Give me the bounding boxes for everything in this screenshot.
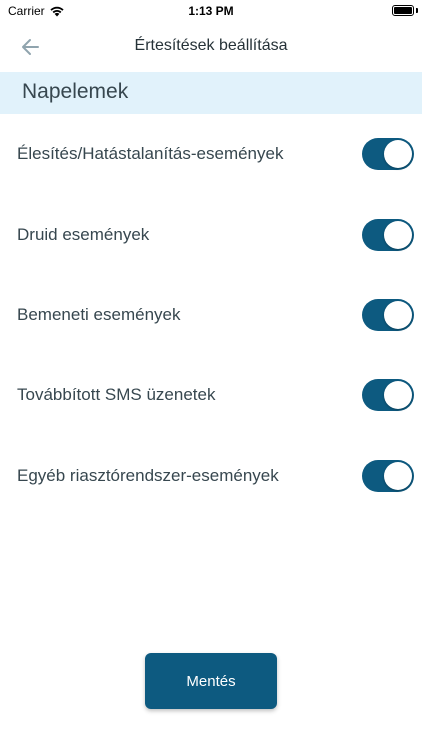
input-events-toggle[interactable] (362, 299, 414, 331)
setting-label: Továbbított SMS üzenetek (17, 385, 216, 404)
other-events-toggle[interactable] (362, 460, 414, 492)
toggle-knob (384, 140, 412, 168)
arm-disarm-toggle[interactable] (362, 138, 414, 170)
page-title: Értesítések beállítása (134, 37, 288, 54)
status-time: 1:13 PM (188, 4, 234, 18)
status-bar: Carrier 1:13 PM (0, 0, 422, 24)
setting-label: Egyéb riasztórendszer-események (17, 466, 279, 485)
section-title: Napelemek (22, 80, 129, 103)
setting-row-sms: Továbbított SMS üzenetek (0, 375, 422, 415)
setting-label: Élesítés/Hatástalanítás-események (17, 144, 284, 163)
setting-row-input: Bemeneti események (0, 295, 422, 335)
toggle-knob (384, 381, 412, 409)
setting-label: Bemeneti események (17, 305, 181, 324)
druid-events-toggle[interactable] (362, 219, 414, 251)
toggle-knob (384, 301, 412, 329)
section-header: Napelemek (0, 72, 422, 114)
battery-icon (392, 5, 414, 16)
setting-row-other: Egyéb riasztórendszer-események (0, 456, 422, 496)
toggle-knob (384, 221, 412, 249)
setting-row-druid: Druid események (0, 215, 422, 255)
battery-cap (416, 8, 418, 13)
battery-level (394, 7, 412, 14)
setting-row-arm-disarm: Élesítés/Hatástalanítás-események (0, 134, 422, 174)
sms-forward-toggle[interactable] (362, 379, 414, 411)
setting-label: Druid események (17, 225, 150, 244)
toggle-knob (384, 462, 412, 490)
save-button[interactable]: Mentés (145, 653, 277, 709)
nav-header: Értesítések beállítása (0, 24, 422, 70)
